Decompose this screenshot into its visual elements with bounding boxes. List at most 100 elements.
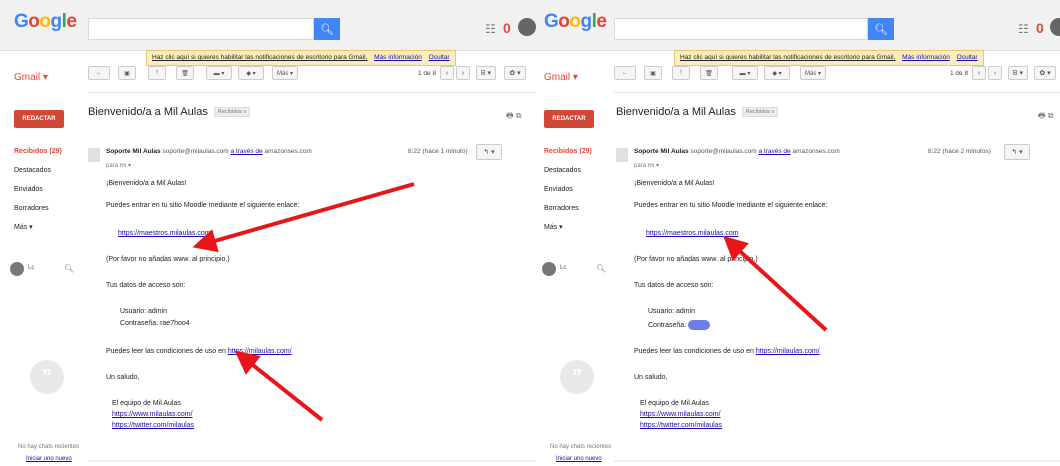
team-website-link[interactable]: https://www.milaulas.com/ <box>640 411 721 418</box>
password-redaction <box>688 320 711 330</box>
input-tools-button[interactable]: B ▾ <box>1008 66 1028 80</box>
via-link[interactable]: a través de <box>231 148 263 155</box>
sidebar-item-inbox[interactable]: Recibidos (29) <box>14 142 62 161</box>
email-time: 8:22 (hace 2 minutos) <box>928 148 991 155</box>
more-info-link[interactable]: Más información <box>374 54 422 61</box>
sidebar-nav: Recibidos (29) Destacados Enviados Borra… <box>544 142 592 237</box>
terms-link[interactable]: https://milaulas.com/ <box>228 348 292 355</box>
gmail-screenshot-left: Google 🔍︎ ☷ 0 Haz clic aquí si quieres h… <box>0 0 536 466</box>
search-input[interactable] <box>88 18 314 40</box>
via-domain: amazonses.com <box>792 148 840 155</box>
chat-search-icon[interactable]: 🔍︎ <box>64 264 74 273</box>
search-icon[interactable]: 🔍︎ <box>868 18 894 40</box>
team-signature: El equipo de Mil Aulas <box>112 400 181 407</box>
move-to-button[interactable]: ▬ ▾ <box>206 66 232 80</box>
delete-button[interactable]: 🗑 <box>700 66 718 80</box>
sidebar-item-more[interactable]: Más ▾ <box>544 218 592 237</box>
reply-button[interactable]: ↰ ▾ <box>476 144 502 160</box>
sidebar-item-drafts[interactable]: Borradores <box>544 199 592 218</box>
inbox-tag[interactable]: Recibidos x <box>213 107 251 118</box>
apps-grid-icon[interactable]: ☷ <box>1018 22 1029 36</box>
sender-avatar <box>88 148 100 162</box>
no-recent-chats: No hay chats recientes <box>18 444 80 450</box>
footer-divider <box>614 460 1060 462</box>
sender-name[interactable]: Soporte Mil Aulas <box>634 148 689 155</box>
subject-text: Bienvenido/a a Mil Aulas <box>88 106 208 118</box>
sidebar-item-sent[interactable]: Enviados <box>14 180 62 199</box>
sender-email: soporte@milaulas.com <box>690 148 757 155</box>
sidebar-item-starred[interactable]: Destacados <box>544 161 592 180</box>
search-input[interactable] <box>614 18 868 40</box>
hide-link[interactable]: Ocultar <box>429 54 450 61</box>
gmail-menu[interactable]: Gmail ▾ <box>14 72 48 83</box>
subject-text: Bienvenido/a a Mil Aulas <box>616 106 736 118</box>
more-button[interactable]: Más ▾ <box>800 66 826 80</box>
search-icon[interactable]: 🔍︎ <box>314 18 340 40</box>
apps-grid-icon[interactable]: ☷ <box>485 22 496 36</box>
start-new-chat-link[interactable]: Iniciar uno nuevo <box>556 456 602 462</box>
inbox-tag[interactable]: Recibidos x <box>741 107 779 118</box>
spam-button[interactable]: ! <box>148 66 166 80</box>
site-link[interactable]: https://maestros.milaulas.com <box>118 230 211 237</box>
site-link[interactable]: https://maestros.milaulas.com <box>646 230 739 237</box>
move-to-button[interactable]: ▬ ▾ <box>732 66 758 80</box>
reply-button[interactable]: ↰ ▾ <box>1004 144 1030 160</box>
email-subject: Bienvenido/a a Mil Aulas Recibidos x <box>616 106 779 118</box>
google-logo[interactable]: Google <box>544 11 607 33</box>
more-info-link[interactable]: Más información <box>902 54 950 61</box>
notification-count[interactable]: 0 <box>503 20 511 36</box>
sidebar-item-inbox[interactable]: Recibidos (29) <box>544 142 592 161</box>
back-button[interactable]: ← <box>614 66 636 80</box>
chat-search-icon[interactable]: 🔍︎ <box>596 264 606 273</box>
hide-link[interactable]: Ocultar <box>957 54 978 61</box>
next-page-button[interactable]: › <box>456 66 470 80</box>
terms-link[interactable]: https://milaulas.com/ <box>756 348 820 355</box>
team-twitter-link[interactable]: https://twitter.com/milaulas <box>112 422 194 429</box>
print-icon[interactable]: 🖶 ⧉ <box>506 110 522 124</box>
labels-button[interactable]: ◆ ▾ <box>238 66 264 80</box>
compose-button[interactable]: REDACTAR <box>14 110 64 128</box>
sidebar-item-more[interactable]: Más ▾ <box>14 218 62 237</box>
team-twitter-link[interactable]: https://twitter.com/milaulas <box>640 422 722 429</box>
user-line: Usuario: admin <box>120 308 168 315</box>
recipient-toggle[interactable]: para mí ▾ <box>634 162 659 169</box>
sender-avatar <box>616 148 628 162</box>
recipient-toggle[interactable]: para mí ▾ <box>106 162 131 169</box>
notification-text[interactable]: Haz clic aquí si quieres habilitar las n… <box>152 54 367 61</box>
access-label: Tus datos de acceso son: <box>634 282 714 289</box>
settings-gear-icon[interactable]: ✿ ▾ <box>1034 66 1056 80</box>
hangouts-quote-icon: ” <box>560 360 594 394</box>
chat-user[interactable]: Lc 🔍︎ <box>10 262 80 280</box>
archive-button[interactable]: ▣ <box>118 66 136 80</box>
print-icon[interactable]: 🖶 ⧉ <box>1038 110 1054 124</box>
via-link[interactable]: a través de <box>759 148 791 155</box>
archive-button[interactable]: ▣ <box>644 66 662 80</box>
email-subject: Bienvenido/a a Mil Aulas Recibidos x <box>88 106 251 118</box>
chat-avatar <box>542 262 556 276</box>
sidebar-item-starred[interactable]: Destacados <box>14 161 62 180</box>
labels-button[interactable]: ◆ ▾ <box>764 66 790 80</box>
compose-button[interactable]: REDACTAR <box>544 110 594 128</box>
input-tools-button[interactable]: B ▾ <box>476 66 496 80</box>
gmail-menu[interactable]: Gmail ▾ <box>544 72 578 83</box>
next-page-button[interactable]: › <box>988 66 1002 80</box>
sidebar-item-drafts[interactable]: Borradores <box>14 199 62 218</box>
terms-line: Puedes leer las condiciones de uso en ht… <box>634 348 820 355</box>
delete-button[interactable]: 🗑 <box>176 66 194 80</box>
chat-user[interactable]: Lc 🔍︎ <box>542 262 612 280</box>
more-button[interactable]: Más ▾ <box>272 66 298 80</box>
back-button[interactable]: ← <box>88 66 110 80</box>
prev-page-button[interactable]: ‹ <box>972 66 986 80</box>
start-new-chat-link[interactable]: Iniciar uno nuevo <box>26 456 72 462</box>
prev-page-button[interactable]: ‹ <box>440 66 454 80</box>
google-logo[interactable]: Google <box>14 11 77 33</box>
spam-button[interactable]: ! <box>672 66 690 80</box>
sidebar-item-sent[interactable]: Enviados <box>544 180 592 199</box>
notification-text[interactable]: Haz clic aquí si quieres habilitar las n… <box>680 54 895 61</box>
team-website-link[interactable]: https://www.milaulas.com/ <box>112 411 193 418</box>
notification-count[interactable]: 0 <box>1036 20 1044 36</box>
sender-name[interactable]: Soporte Mil Aulas <box>106 148 161 155</box>
password-line: Contraseña: <box>648 320 711 330</box>
avatar[interactable] <box>518 18 536 36</box>
settings-gear-icon[interactable]: ✿ ▾ <box>504 66 526 80</box>
